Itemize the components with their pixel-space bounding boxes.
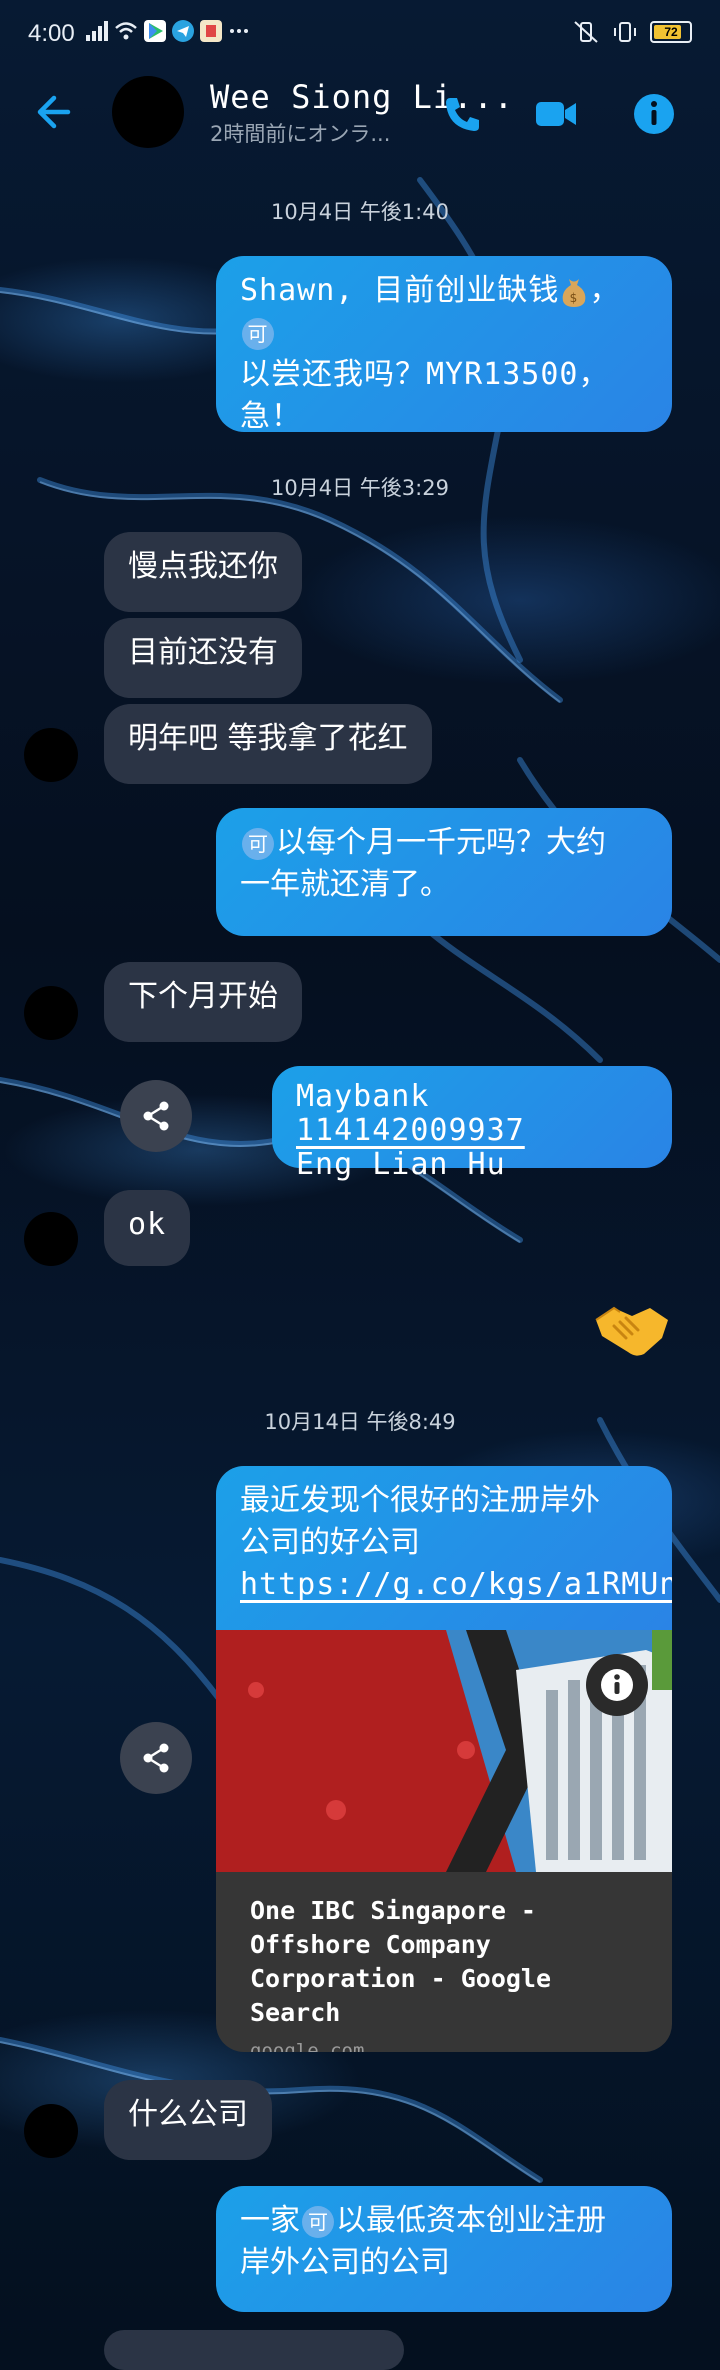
message-text: 最近发现个很好的注册岸外 (240, 1483, 600, 1518)
sender-avatar[interactable] (24, 2104, 78, 2158)
contact-online-status: 2時間前にオンラ... (210, 122, 391, 146)
game-app-icon (200, 20, 222, 42)
incoming-message[interactable]: 明年吧 等我拿了花红 (104, 704, 432, 784)
telegram-icon (172, 20, 194, 42)
message-text: 下个月开始 (128, 979, 278, 1014)
wifi-icon (115, 22, 137, 40)
incoming-message[interactable]: 下个月开始 (104, 962, 302, 1042)
sender-avatar[interactable] (24, 728, 78, 782)
link-preview-image[interactable] (216, 1630, 672, 1872)
link-message-text: 最近发现个很好的注册岸外 公司的好公司 https://g.co/kgs/a1R… (216, 1466, 672, 1630)
info-icon (601, 1669, 633, 1701)
message-text: 急！ (240, 399, 302, 434)
ke-badge: 可 (302, 2205, 334, 2238)
message-text: 慢点我还你 (128, 549, 278, 584)
incoming-message[interactable]: 慢点我还你 (104, 532, 302, 612)
incoming-message[interactable]: ok (104, 1190, 191, 1266)
outgoing-message[interactable]: Maybank 114142009937 Eng Lian Hu (272, 1066, 672, 1182)
status-left-icons (86, 20, 250, 42)
svg-text:$: $ (570, 291, 579, 305)
status-bar: 4:00 72 (0, 0, 720, 72)
message-text: 以每个月一千元吗？大约 (276, 825, 606, 860)
share-button[interactable] (120, 1080, 192, 1152)
link-preview-meta: One IBC Singapore - Offshore Company Cor… (216, 1872, 672, 2052)
message-text: 明年吧 等我拿了花红 (128, 721, 408, 756)
ke-badge: 可 (242, 317, 274, 350)
incoming-message-partial[interactable] (104, 2330, 404, 2370)
message-text: Shawn, 目前创业缺钱 (240, 273, 560, 308)
timestamp: 10月4日 午後3:29 (271, 476, 449, 500)
outgoing-message[interactable]: Shawn, 目前创业缺钱 $ ， 可 以尝还我吗？MYR13500， 急！ (216, 256, 672, 434)
message-link[interactable]: https://g.co/kgs/a1RMUn (240, 1567, 672, 1602)
message-text: 什么公司 (128, 2097, 248, 2132)
preview-info-button[interactable] (586, 1654, 648, 1716)
contact-avatar[interactable] (112, 76, 184, 148)
message-text: Eng Lian Hu (296, 1147, 506, 1182)
vibrate-icon (614, 22, 636, 42)
message-text: ， (589, 273, 621, 308)
incoming-message[interactable]: 目前还没有 (104, 618, 302, 698)
message-text: Maybank (296, 1079, 430, 1114)
incoming-message[interactable]: 什么公司 (104, 2080, 272, 2160)
video-call-icon[interactable] (534, 92, 578, 136)
message-text: 以尝还我吗？MYR13500， (240, 357, 610, 392)
timestamp: 10月14日 午後8:49 (264, 1410, 456, 1434)
message-text: 一家 (240, 2203, 300, 2238)
timestamp: 10月4日 午後1:40 (271, 200, 449, 224)
money-bag-icon: $ (563, 278, 586, 307)
status-right-icons: 72 (572, 20, 692, 44)
sender-avatar[interactable] (24, 1212, 78, 1266)
signal-icon (86, 21, 108, 41)
message-text: 公司的好公司 (240, 1525, 420, 1560)
link-preview-message[interactable]: 最近发现个很好的注册岸外 公司的好公司 https://g.co/kgs/a1R… (216, 1466, 672, 2052)
play-store-icon (144, 20, 166, 42)
more-notifications-icon (230, 29, 248, 33)
battery-icon: 72 (650, 21, 692, 43)
message-text: ok (128, 1207, 167, 1242)
share-icon (143, 1743, 169, 1773)
phone-call-icon[interactable] (440, 92, 484, 136)
status-time: 4:00 (28, 20, 75, 47)
message-text: 目前还没有 (128, 635, 278, 670)
message-text: 岸外公司的公司 (240, 2245, 450, 2280)
chat-header: Wee Siong Li... 2時間前にオンラ... (0, 72, 720, 152)
back-arrow-icon[interactable] (30, 90, 74, 134)
handshake-emoji-icon[interactable] (592, 1298, 672, 1362)
message-text: 以最低资本创业注册 (336, 2203, 606, 2238)
info-icon[interactable] (632, 92, 676, 136)
account-number-link[interactable]: 114142009937 (296, 1113, 525, 1148)
outgoing-message[interactable]: 可以每个月一千元吗？大约 一年就还清了。 (216, 808, 672, 936)
sender-avatar[interactable] (24, 986, 78, 1040)
link-preview-title: One IBC Singapore - Offshore Company Cor… (250, 1896, 552, 2027)
vibrate-mute-icon (574, 21, 598, 43)
message-text: 一年就还清了。 (240, 867, 450, 902)
ke-badge: 可 (242, 827, 274, 860)
share-button[interactable] (120, 1722, 192, 1794)
share-icon (143, 1101, 169, 1131)
outgoing-message[interactable]: 一家可以最低资本创业注册 岸外公司的公司 (216, 2186, 672, 2312)
link-preview-domain: google.com (250, 2040, 365, 2052)
